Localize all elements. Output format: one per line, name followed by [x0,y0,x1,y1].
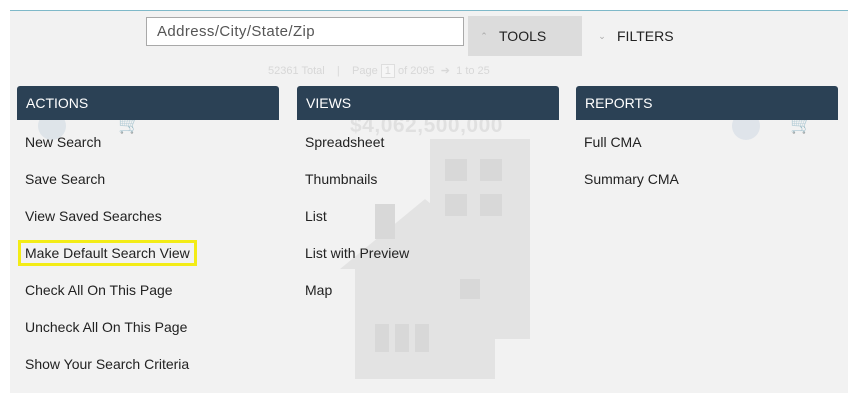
search-input[interactable] [146,17,464,46]
menu-item-spreadsheet[interactable]: Spreadsheet [297,123,559,160]
menu-item-map[interactable]: Map [297,271,559,308]
page-label: Page [352,65,378,77]
menu-item-list-with-preview[interactable]: List with Preview [297,234,559,271]
filters-button[interactable]: ⌄ FILTERS [586,16,706,56]
menu-item-summary-cma[interactable]: Summary CMA [576,160,838,197]
filters-button-label: FILTERS [617,28,674,44]
views-menu: VIEWS Spreadsheet Thumbnails List List w… [297,86,559,308]
chevron-up-icon: ⌃ [480,30,488,41]
results-total: 52361 Total [268,65,325,77]
page-number: 1 [380,64,395,78]
menu-item-show-search-criteria[interactable]: Show Your Search Criteria [17,345,279,382]
next-page-arrow-icon: ➔ [440,65,451,77]
page-of: of 2095 [397,65,435,77]
menu-item-uncheck-all-on-page[interactable]: Uncheck All On This Page [17,308,279,345]
views-header: VIEWS [297,86,559,120]
menu-item-thumbnails[interactable]: Thumbnails [297,160,559,197]
tools-button[interactable]: ⌃ TOOLS [468,16,582,56]
pager-separator-icon: | [336,65,340,77]
results-range: 1 to 25 [456,65,490,77]
actions-menu: ACTIONS New Search Save Search View Save… [17,86,279,382]
chevron-down-icon: ⌄ [598,30,606,41]
menu-item-check-all-on-page[interactable]: Check All On This Page [17,271,279,308]
results-pager: 52361 Total | Page 1 of 2095 ➔ 1 to 25 [268,64,490,78]
reports-menu: REPORTS Full CMA Summary CMA [576,86,838,197]
actions-header: ACTIONS [17,86,279,120]
menu-item-make-default-search-view[interactable]: Make Default Search View [17,234,279,271]
tools-button-label: TOOLS [499,28,547,44]
reports-header: REPORTS [576,86,838,120]
menu-item-new-search[interactable]: New Search [17,123,279,160]
menu-item-view-saved-searches[interactable]: View Saved Searches [17,197,279,234]
menu-item-list[interactable]: List [297,197,559,234]
menu-item-full-cma[interactable]: Full CMA [576,123,838,160]
tools-panel: 52361 Total | Page 1 of 2095 ➔ 1 to 25 🛒… [10,11,848,393]
menu-item-save-search[interactable]: Save Search [17,160,279,197]
